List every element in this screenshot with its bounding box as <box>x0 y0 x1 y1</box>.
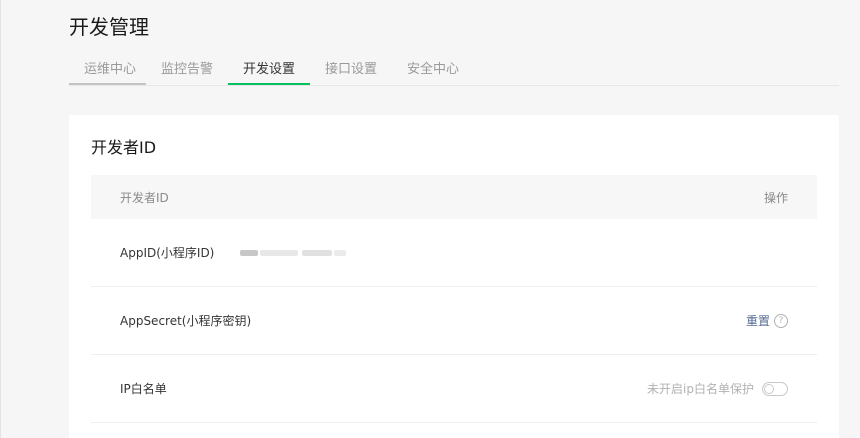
developer-id-table: 开发者ID 操作 AppID(小程序ID) AppSecret(小程序密钥) 重… <box>91 175 817 423</box>
tab-label: 监控告警 <box>161 62 214 77</box>
section-title: 开发者ID <box>91 138 157 157</box>
tab-label: 运维中心 <box>84 62 137 77</box>
tab-security-center[interactable]: 安全中心 <box>392 55 474 84</box>
question-circle-icon[interactable]: ? <box>774 313 788 328</box>
table-row-appsecret: AppSecret(小程序密钥) 重置 ? <box>91 287 817 355</box>
ip-whitelist-toggle[interactable] <box>762 381 788 396</box>
header-name: 开发者ID <box>120 190 169 205</box>
tab-label: 开发设置 <box>243 62 296 77</box>
tab-monitoring-alerts[interactable]: 监控告警 <box>146 55 228 84</box>
page: 开发管理 运维中心 监控告警 开发设置 接口设置 安全中心 开发者ID 开发者I… <box>0 0 860 438</box>
developer-id-card: 开发者ID 开发者ID 操作 AppID(小程序ID) AppSecret(小程… <box>69 115 839 438</box>
table-row-appid: AppID(小程序ID) <box>91 219 817 287</box>
tab-underline <box>69 83 146 85</box>
tab-ops-center[interactable]: 运维中心 <box>69 55 146 85</box>
toggle-knob <box>764 383 774 394</box>
tab-label: 接口设置 <box>325 62 378 77</box>
reset-secret-link[interactable]: 重置 <box>746 312 770 329</box>
left-divider <box>0 0 1 438</box>
page-title: 开发管理 <box>69 15 149 39</box>
tab-api-settings[interactable]: 接口设置 <box>310 55 392 84</box>
appid-label: AppID(小程序ID) <box>120 246 215 260</box>
tab-active-indicator <box>228 83 311 85</box>
tab-label: 安全中心 <box>407 62 460 77</box>
ip-whitelist-actions: 未开启ip白名单保护 <box>647 380 788 397</box>
header-action: 操作 <box>763 190 788 205</box>
appid-value-masked <box>240 246 346 260</box>
table-row-ip-whitelist: IP白名单 未开启ip白名单保护 <box>91 355 817 423</box>
table-header: 开发者ID 操作 <box>91 175 817 219</box>
ip-whitelist-label: IP白名单 <box>120 382 167 396</box>
tab-bar: 运维中心 监控告警 开发设置 接口设置 安全中心 <box>69 55 839 86</box>
tab-dev-settings[interactable]: 开发设置 <box>228 55 311 85</box>
appsecret-actions: 重置 ? <box>746 312 788 329</box>
appsecret-label: AppSecret(小程序密钥) <box>120 314 252 328</box>
ip-whitelist-status: 未开启ip白名单保护 <box>647 382 754 396</box>
